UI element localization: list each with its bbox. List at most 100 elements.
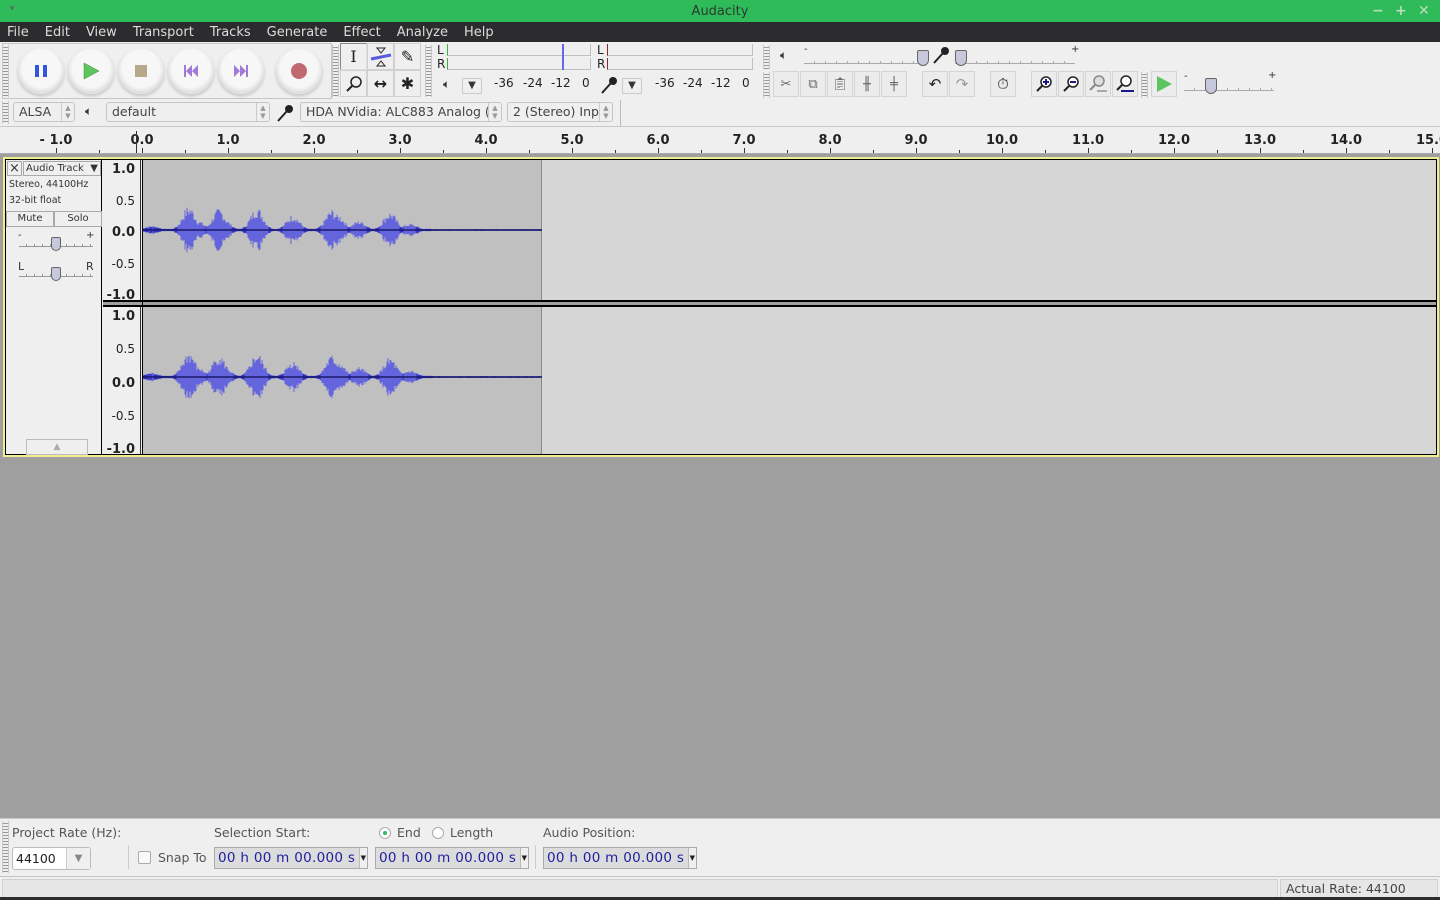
redo-button[interactable]: ↷	[949, 71, 975, 97]
playback-volume-slider[interactable]	[804, 61, 920, 64]
fit-selection-button[interactable]	[1085, 71, 1111, 97]
record-meter-right[interactable]	[607, 58, 753, 70]
skip-to-start-button[interactable]	[168, 48, 214, 94]
audio-position-time[interactable]: 00 h 00 m 00.000 s ▼	[543, 847, 697, 869]
skip-to-end-button[interactable]	[218, 48, 264, 94]
menu-tracks[interactable]: Tracks	[210, 25, 251, 40]
snap-to-checkbox[interactable]	[138, 851, 151, 864]
device-toolbar-grip[interactable]	[2, 101, 9, 124]
recording-channels-select[interactable]: 2 (Stereo) Inp ▲ ▼	[507, 102, 613, 122]
menu-generate[interactable]: Generate	[267, 25, 328, 40]
minimize-button[interactable]: −	[1372, 3, 1384, 19]
length-radio[interactable]	[432, 827, 444, 839]
playback-meter-left[interactable]	[447, 44, 591, 56]
collapse-track-button[interactable]: ▲	[26, 439, 88, 455]
record-volume-thumb[interactable]	[955, 50, 967, 66]
selection-toolbar-grip[interactable]	[2, 821, 9, 873]
multi-tool[interactable]: ✱	[394, 70, 421, 97]
playback-volume-thumb[interactable]	[916, 50, 929, 66]
selection-start-time[interactable]: 00 h 00 m 00.000 s ▼	[214, 847, 368, 869]
track-area: × Audio Track ▼ Stereo, 44100Hz 32-bit f…	[3, 157, 1439, 457]
channel-right[interactable]	[142, 307, 1436, 454]
play-speed-slider[interactable]	[1184, 88, 1274, 91]
playhead-marker[interactable]	[136, 131, 137, 153]
recording-device-select[interactable]: HDA NVidia: ALC883 Analog (▲ ▼	[300, 102, 502, 122]
maximize-button[interactable]: +	[1395, 3, 1407, 19]
playback-meter-menu[interactable]: ▼	[462, 78, 482, 94]
ruler-major-tick	[1088, 148, 1089, 153]
play-at-speed-grip[interactable]	[1141, 72, 1148, 98]
timer-record-button[interactable]: ⏱︎	[990, 71, 1016, 97]
channel-left[interactable]	[142, 160, 1436, 300]
close-window-button[interactable]: ✕	[1418, 3, 1430, 19]
zoom-out-button[interactable]	[1058, 71, 1084, 97]
play-at-speed-button[interactable]	[1151, 71, 1177, 97]
vertical-ruler-left[interactable]: 1.0 0.5 0.0 -0.5 -1.0	[103, 160, 141, 303]
pause-button[interactable]	[18, 48, 64, 94]
menu-view[interactable]: View	[86, 25, 117, 40]
timeshift-tool[interactable]: ↔	[367, 70, 394, 97]
play-speed-thumb[interactable]	[1205, 78, 1217, 94]
meter-toolbar-grip[interactable]	[425, 45, 432, 97]
pan-right-label: R	[86, 260, 94, 273]
gain-slider-thumb[interactable]	[51, 237, 61, 251]
transport-toolbar-grip[interactable]	[2, 45, 9, 97]
chevron-down-icon[interactable]: ▼	[66, 848, 90, 869]
draw-tool[interactable]: ✎	[394, 43, 421, 70]
zoom-in-button[interactable]	[1031, 71, 1057, 97]
chevron-down-icon[interactable]: ▼	[520, 848, 528, 868]
silence-audio-button[interactable]: ╪	[881, 71, 907, 97]
record-button[interactable]	[276, 48, 322, 94]
fit-project-button[interactable]	[1112, 71, 1138, 97]
menu-transport[interactable]: Transport	[133, 25, 194, 40]
selection-tool[interactable]: I	[340, 43, 367, 70]
menu-edit[interactable]: Edit	[45, 25, 70, 40]
pan-slider-thumb[interactable]	[51, 267, 61, 281]
tools-toolbar-grip[interactable]	[332, 45, 339, 97]
track-name-menu[interactable]: Audio Track ▼	[23, 161, 101, 176]
record-volume-slider[interactable]	[955, 61, 1075, 64]
menu-effect[interactable]: Effect	[343, 25, 380, 40]
selection-end-time[interactable]: 00 h 00 m 00.000 s ▼	[375, 847, 529, 869]
playback-meter-right[interactable]	[447, 58, 591, 70]
end-radio[interactable]	[379, 827, 391, 839]
audio-host-select[interactable]: ALSA ▲ ▼	[13, 102, 75, 122]
record-scale-36: -36	[655, 76, 675, 90]
edit-toolbar-grip[interactable]	[763, 72, 770, 98]
copy-button[interactable]: ⧉	[800, 71, 826, 97]
chevron-down-icon[interactable]: ▼	[359, 848, 367, 868]
solo-button[interactable]: Solo	[54, 211, 102, 227]
ruler-major-tick	[400, 148, 401, 153]
playback-device-select[interactable]: default ▲ ▼	[106, 102, 270, 122]
ruler-label: 15.0	[1415, 133, 1440, 148]
audio-position-value: 00 h 00 m 00.000 s	[547, 850, 685, 866]
record-meter-left[interactable]	[607, 44, 753, 56]
menu-file[interactable]: File	[7, 25, 29, 40]
mute-button[interactable]: Mute	[6, 211, 54, 227]
stop-button[interactable]	[118, 48, 164, 94]
undo-button[interactable]: ↶	[922, 71, 948, 97]
playback-meter-right-label: R	[437, 57, 446, 71]
ruler-minor-tick	[529, 150, 530, 153]
play-button[interactable]	[68, 48, 114, 94]
track-close-button[interactable]: ×	[7, 161, 22, 176]
menu-help[interactable]: Help	[464, 25, 494, 40]
envelope-tool[interactable]	[367, 43, 394, 70]
actual-rate: Actual Rate: 44100	[1286, 881, 1406, 896]
ruler-minor-tick	[701, 150, 702, 153]
timeline-ruler[interactable]: - 1.0 0.0 1.0 2.0 3.0 4.0 5.0 6.0 7.0 8.0 9.0 10.0 1…	[0, 126, 1440, 154]
menu-analyze[interactable]: Analyze	[397, 25, 448, 40]
zoom-tool[interactable]	[340, 70, 367, 97]
play-at-speed-icon	[1157, 76, 1172, 92]
cut-button[interactable]: ✂	[773, 71, 799, 97]
mixer-toolbar-grip[interactable]	[763, 45, 770, 69]
record-meter-menu[interactable]: ▼	[622, 78, 642, 94]
paste-button[interactable]: 📋︎	[827, 71, 853, 97]
track-control-panel: × Audio Track ▼ Stereo, 44100Hz 32-bit f…	[6, 160, 102, 455]
trim-audio-button[interactable]: ╫	[854, 71, 880, 97]
waveform-left	[142, 207, 542, 253]
skip-end-icon	[234, 65, 248, 77]
project-rate-combo[interactable]: 44100 ▼	[12, 847, 91, 870]
chevron-down-icon[interactable]: ▼	[688, 848, 696, 868]
vertical-ruler-right[interactable]: 1.0 0.5 0.0 -0.5 -1.0	[103, 307, 141, 457]
